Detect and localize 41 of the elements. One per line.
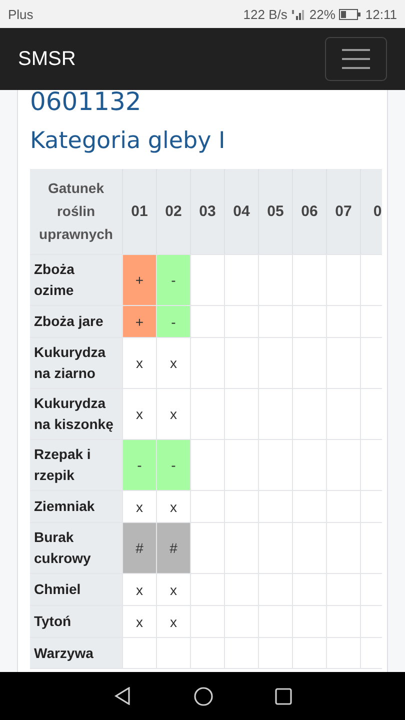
row-header: Chmiel xyxy=(30,574,122,605)
row-header: Zboża jare xyxy=(30,306,122,337)
row-header: Kukurydza na ziarno xyxy=(30,338,122,388)
clock: 12:11 xyxy=(365,6,397,22)
table-cell: # xyxy=(156,523,190,573)
table-cell: + xyxy=(122,255,156,305)
back-icon[interactable] xyxy=(114,687,132,705)
row-header: Rzepak i rzepik xyxy=(30,440,122,490)
row-header: Zboża ozime xyxy=(30,255,122,305)
recents-icon[interactable] xyxy=(274,688,292,704)
brand-name[interactable]: SMSR xyxy=(18,48,76,70)
column-header: 01 xyxy=(122,169,156,254)
column-header: 02 xyxy=(156,169,190,254)
signal-icon xyxy=(291,8,306,20)
table-cell: - xyxy=(156,255,190,305)
row-header: Ziemniak xyxy=(30,491,122,522)
section-heading: Kategoria gleby I xyxy=(30,127,226,156)
column-header: 0 xyxy=(360,169,382,254)
carrier-name: Plus xyxy=(8,6,34,22)
column-header: 06 xyxy=(292,169,326,254)
row-header: Warzywa xyxy=(30,638,122,668)
row-header: Burak cukrowy xyxy=(30,523,122,573)
table-cell: + xyxy=(122,306,156,337)
network-speed: 122 B/s xyxy=(243,6,288,22)
table-cell: - xyxy=(156,440,190,490)
table-cell: # xyxy=(122,523,156,573)
battery-percent: 22% xyxy=(309,6,336,22)
table-cell: - xyxy=(122,440,156,490)
row-header: Tytoń xyxy=(30,606,122,637)
table-cell: - xyxy=(156,306,190,337)
column-header: 05 xyxy=(258,169,292,254)
page-heading: 0601132 xyxy=(30,90,142,117)
menu-icon xyxy=(342,48,370,70)
column-header: 03 xyxy=(190,169,224,254)
battery-icon xyxy=(339,8,362,20)
row-header: Kukurydza na kiszonkę xyxy=(30,389,122,439)
column-header: 04 xyxy=(224,169,258,254)
column-header: Gatunek roślin uprawnych xyxy=(30,169,122,254)
column-header: 07 xyxy=(326,169,360,254)
home-icon[interactable] xyxy=(194,686,212,706)
menu-button[interactable] xyxy=(325,37,387,81)
